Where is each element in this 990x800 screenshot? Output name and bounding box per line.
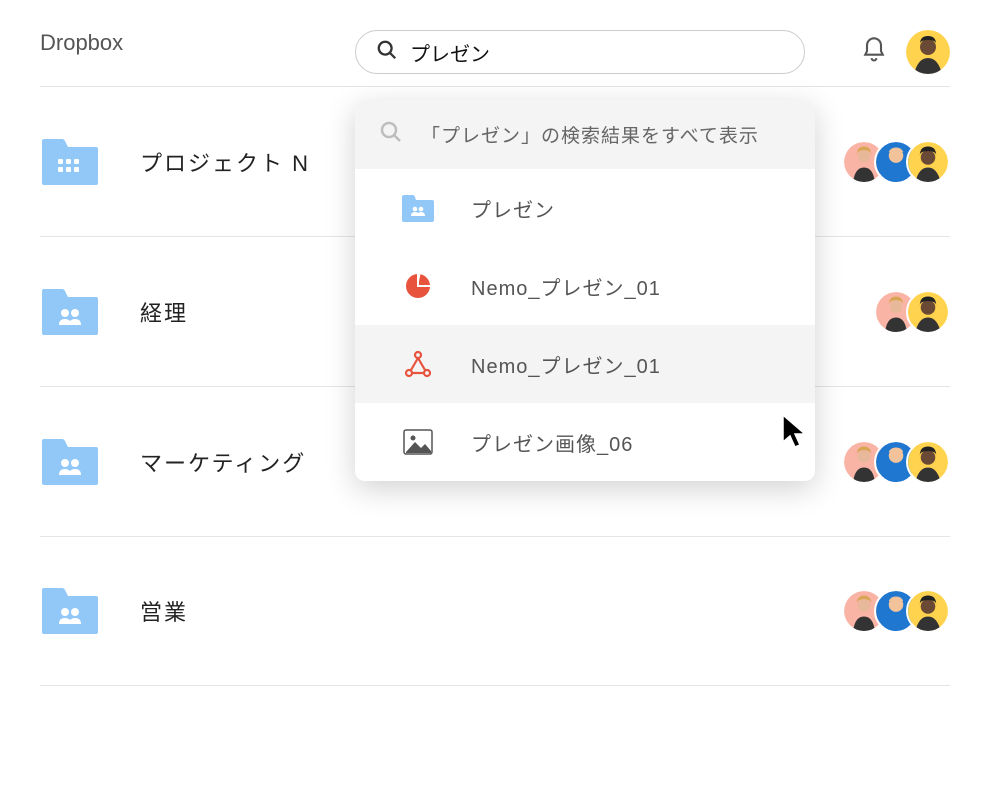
search-input[interactable] bbox=[410, 41, 784, 64]
search-icon bbox=[379, 120, 403, 149]
member-avatars bbox=[842, 589, 950, 633]
member-avatars bbox=[874, 290, 950, 334]
search-result-item[interactable]: Nemo_プレゼン_01 bbox=[355, 325, 815, 403]
folder-shared-icon bbox=[40, 437, 100, 487]
cursor-icon bbox=[780, 412, 812, 457]
search-result-label: プレゼン画像_06 bbox=[471, 428, 633, 457]
member-avatars bbox=[842, 140, 950, 184]
notifications-icon[interactable] bbox=[860, 36, 888, 69]
search-all-results-label: 「プレゼン」の検索結果をすべて表示 bbox=[421, 121, 759, 148]
search-all-results[interactable]: 「プレゼン」の検索結果をすべて表示 bbox=[355, 100, 815, 169]
search-result-item[interactable]: Nemo_プレゼン_01 bbox=[355, 247, 815, 325]
avatar[interactable] bbox=[906, 440, 950, 484]
powerpoint-icon bbox=[401, 269, 435, 303]
brand-name: Dropbox bbox=[40, 30, 123, 56]
search-result-item[interactable]: プレゼン bbox=[355, 169, 815, 247]
avatar[interactable] bbox=[906, 140, 950, 184]
search-box[interactable] bbox=[355, 30, 805, 74]
search-dropdown: 「プレゼン」の検索結果をすべて表示 プレゼン Nemo_プレゼン_01 bbox=[355, 100, 815, 481]
search-container bbox=[355, 30, 805, 74]
search-result-item[interactable]: プレゼン画像_06 bbox=[355, 403, 815, 481]
folder-name: 営業 bbox=[140, 595, 842, 627]
member-avatars bbox=[842, 440, 950, 484]
folder-row[interactable]: 営業 bbox=[40, 536, 950, 686]
folder-building-icon bbox=[40, 137, 100, 187]
search-result-label: Nemo_プレゼン_01 bbox=[471, 350, 661, 379]
user-avatar[interactable] bbox=[906, 30, 950, 74]
folder-shared-icon bbox=[40, 287, 100, 337]
folder-shared-icon bbox=[401, 191, 435, 225]
search-result-label: プレゼン bbox=[471, 194, 555, 223]
search-result-label: Nemo_プレゼン_01 bbox=[471, 272, 661, 301]
avatar[interactable] bbox=[906, 290, 950, 334]
image-icon bbox=[401, 425, 435, 459]
search-icon bbox=[376, 39, 398, 66]
avatar[interactable] bbox=[906, 589, 950, 633]
folder-shared-icon bbox=[40, 586, 100, 636]
keynote-icon bbox=[401, 347, 435, 381]
